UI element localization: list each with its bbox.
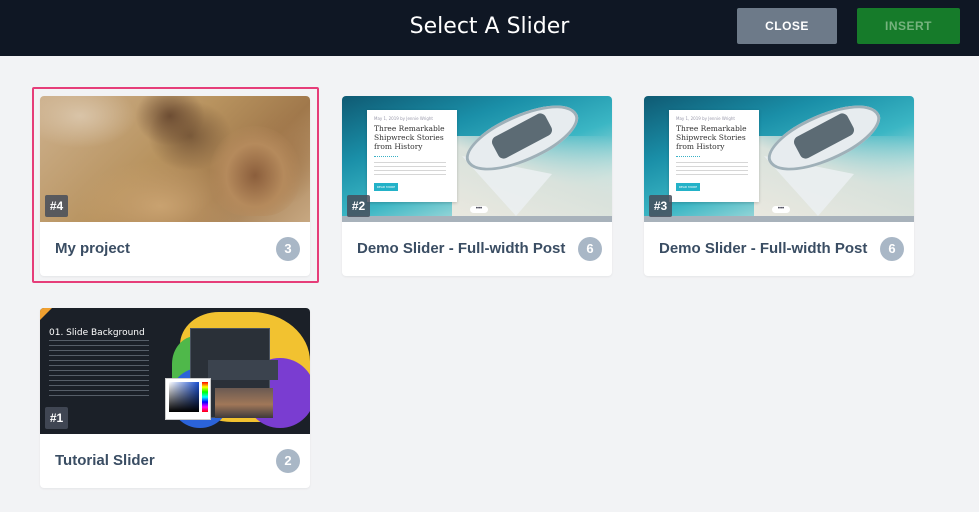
slider-thumbnail: May 1, 2019 by Jennie Wright Three Remar… [644,96,914,222]
slider-id-badge: #1 [45,407,68,429]
close-button[interactable]: CLOSE [737,8,837,44]
more-dots-icon: ••• [772,206,790,213]
slider-thumbnail: May 1, 2019 by Jennie Wright Three Remar… [342,96,612,222]
slider-id-badge: #2 [347,195,370,217]
slider-card-my-project[interactable]: #4 My project 3 [40,96,310,276]
slider-thumbnail: #4 [40,96,310,222]
slider-name: My project [55,240,131,257]
slider-name: Demo Slider - Full-width Post [659,240,868,257]
slider-thumbnail: 01. Slide Background #1 [40,308,310,434]
slide-count-badge: 3 [276,237,300,261]
slider-card-demo-3[interactable]: May 1, 2019 by Jennie Wright Three Remar… [644,96,914,276]
slide-count-badge: 6 [880,237,904,261]
post-preview-box: May 1, 2019 by Jennie Wright Three Remar… [669,110,759,202]
slider-id-badge: #4 [45,195,68,217]
insert-button[interactable]: INSERT [857,8,960,44]
slider-name: Demo Slider - Full-width Post [357,240,566,257]
modal-header: Select A Slider CLOSE INSERT [0,0,979,56]
slide-count-badge: 2 [276,449,300,473]
post-preview-box: May 1, 2019 by Jennie Wright Three Remar… [367,110,457,202]
slider-card-demo-2[interactable]: May 1, 2019 by Jennie Wright Three Remar… [342,96,612,276]
slider-card-tutorial[interactable]: 01. Slide Background #1 Tutorial Slider … [40,308,310,488]
color-picker-illustration [165,378,211,420]
slider-id-badge: #3 [649,195,672,217]
slider-name: Tutorial Slider [55,452,155,469]
more-dots-icon: ••• [470,206,488,213]
slide-count-badge: 6 [578,237,602,261]
